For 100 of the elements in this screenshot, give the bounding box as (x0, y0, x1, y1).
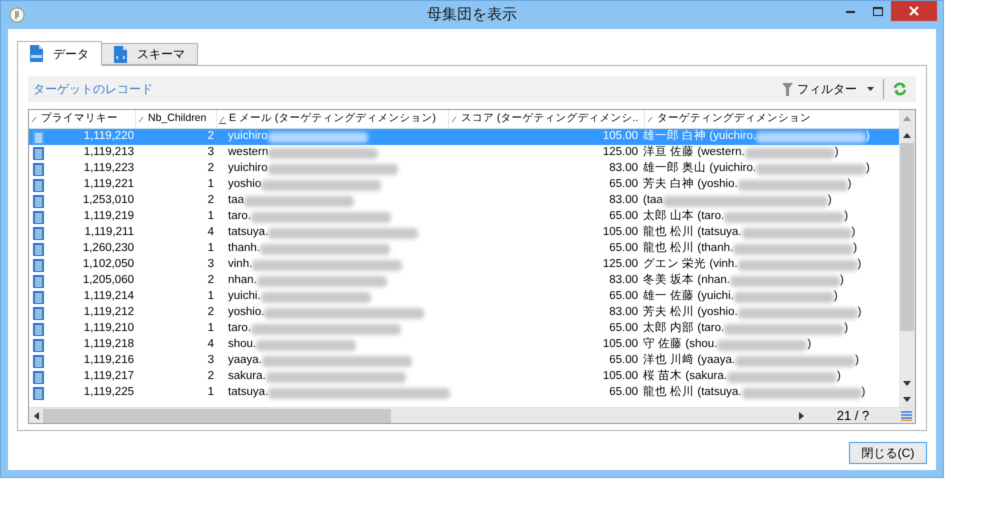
table-cell-text: 太郎 山本 (taro. (643, 208, 724, 224)
table-cell-text: 1,119,213 (82, 145, 134, 160)
scroll-up-icon[interactable] (903, 132, 911, 138)
table-row[interactable]: 1,119,212 2 yoshio. 83.00 芳夫 松川 (yoshio. ) (29, 305, 899, 321)
column-header[interactable]: ターゲティングディメンション (645, 110, 899, 128)
table-row[interactable]: 1,119,211 4 tatsuya. 105.00 龍也 松川 (tatsuya. ) (29, 225, 899, 241)
table-cell-text: ) (866, 129, 870, 144)
table-row[interactable]: 1,119,216 3 yaaya. 65.00 洋也 川﨑 (yaaya. ) (29, 353, 899, 369)
table-cell-text: 守 佐藤 (shou. (643, 336, 718, 352)
menu-icon[interactable] (901, 410, 912, 420)
table-cell-text: 1,119,220 (82, 129, 134, 144)
close-icon (909, 6, 919, 16)
table-row[interactable]: 1,119,221 1 yoshio 65.00 芳夫 白神 (yoshio. ) (29, 177, 899, 193)
table-row[interactable]: 1,260,230 1 thanh. 65.00 龍也 松川 (thanh. ) (29, 241, 899, 257)
record-icon (33, 162, 44, 176)
table-cell-text: 冬美 坂本 (nhan. (643, 272, 730, 288)
table-cell-text: western (228, 145, 268, 160)
record-icon (33, 130, 44, 144)
column-header[interactable]: スコア (ターゲティングディメンシ.. (449, 110, 645, 128)
table-cell-text: 83.00 (608, 161, 638, 176)
table-row[interactable]: 1,253,010 2 taa 83.00 (taa ) (29, 193, 899, 209)
filter-icon (782, 82, 793, 96)
table-cell-text: 2 (206, 129, 215, 144)
table-cell-text: yuichi. (228, 289, 261, 304)
record-icon (33, 242, 44, 256)
table-cell-text: 105.00 (602, 129, 638, 144)
table-cell-text: ) (836, 369, 841, 384)
table-cell-text: 83.00 (608, 193, 638, 208)
table-cell-text: 1,119,223 (82, 161, 134, 176)
table-cell-text: 1 (206, 241, 215, 256)
table-cell-text: 1,253,010 (82, 193, 134, 208)
scroll-left-icon[interactable] (32, 412, 40, 420)
tab[interactable]: スキーマ (102, 43, 198, 65)
scroll-down-icon[interactable] (903, 380, 911, 386)
table-cell-text: 2 (206, 369, 215, 384)
table-row[interactable]: 1,102,050 3 vinh. 125.00 グエン 栄光 (vinh. ) (29, 257, 899, 273)
file-icon (114, 46, 127, 62)
record-icon (33, 258, 44, 272)
table-cell-text: yoshio. (228, 305, 264, 320)
table-row[interactable]: 1,119,223 2 yuichiro 83.00 雄一郎 奥山 (yuichiro. ) (29, 161, 899, 177)
table-cell-text: nhan. (228, 273, 257, 288)
table-cell-text: taro. (228, 321, 252, 336)
table-cell-text: 2 (206, 273, 215, 288)
close-dialog-button[interactable]: 閉じる(C) (849, 442, 927, 464)
filter-button[interactable]: フィルター (782, 80, 878, 98)
table-row[interactable]: 1,119,219 1 taro. 65.00 太郎 山本 (taro. ) (29, 209, 899, 225)
scroll-right-icon[interactable] (798, 412, 804, 420)
table-cell-text: 洋也 川﨑 (yaaya. (643, 352, 736, 368)
file-icon (30, 45, 43, 62)
table-cell-text: yuichiro (228, 161, 268, 176)
table-cell-text: tatsuya. (228, 385, 268, 400)
table-cell-text: vinh. (228, 257, 252, 272)
table-cell-text: 4 (206, 225, 215, 240)
scroll-thumb[interactable] (43, 408, 391, 422)
scroll-bottom-icon[interactable] (903, 396, 911, 402)
table-row[interactable]: 1,119,210 1 taro. 65.00 太郎 内部 (taro. ) (29, 321, 899, 337)
close-button[interactable] (891, 1, 937, 21)
table-cell-text: 105.00 (602, 225, 638, 240)
table-cell-text: 83.00 (608, 305, 638, 320)
table-cell-text: 1 (206, 209, 215, 224)
record-icon (33, 146, 44, 160)
table-row[interactable]: 1,119,213 3 western 125.00 洋亘 佐藤 (western. ) (29, 145, 899, 161)
table-cell-text: 3 (206, 257, 215, 272)
table-cell-text: 65.00 (608, 321, 638, 336)
table-row[interactable]: 1,119,225 1 tatsuya. 65.00 龍也 松川 (tatsuya. ) (29, 385, 899, 401)
table-cell-text: 3 (206, 353, 215, 368)
column-header[interactable]: プライマリキー (29, 110, 136, 128)
table-cell-text: 桜 苗木 (sakura. (643, 368, 727, 384)
vertical-scrollbar[interactable] (899, 110, 915, 407)
tab[interactable]: データ (17, 41, 102, 66)
table-cell-text: 105.00 (602, 369, 638, 384)
table-row[interactable]: 1,205,060 2 nhan. 83.00 冬美 坂本 (nhan. ) (29, 273, 899, 289)
table-cell-text: 2 (206, 193, 215, 208)
column-title: スコア (ターゲティングディメンシ.. (461, 111, 638, 126)
table-cell-text: ) (855, 353, 859, 368)
table-cell-text: ) (858, 305, 862, 320)
column-header[interactable]: Nb_Children (136, 110, 217, 128)
table-cell-text: 1,119,214 (82, 289, 134, 304)
table-cell-text: yoshio (228, 177, 262, 192)
table-row[interactable]: 1,119,218 4 shou. 105.00 守 佐藤 (shou. ) (29, 337, 899, 353)
table-cell-text: 1 (206, 177, 215, 192)
table-cell-text: 1,119,216 (82, 353, 134, 368)
scroll-thumb[interactable] (900, 143, 914, 331)
table-cell-text: 1,119,211 (84, 225, 134, 240)
window-title: 母集団を表示 (427, 4, 517, 25)
table-cell-text: 83.00 (608, 273, 638, 288)
table-cell-text: ) (852, 225, 856, 240)
caret-icon (867, 87, 874, 91)
refresh-icon (893, 82, 907, 96)
record-icon (33, 370, 44, 384)
table-row[interactable]: 1,119,214 1 yuichi. 65.00 雄一 佐藤 (yuichi. ) (29, 289, 899, 305)
table-row[interactable]: 1,119,217 2 sakura. 105.00 桜 苗木 (sakura. ) (29, 369, 899, 385)
record-icon (33, 226, 44, 240)
table-cell-text: tatsuya. (228, 225, 268, 240)
table-cell-text: 65.00 (608, 177, 638, 192)
table-cell-text: 1,119,219 (82, 209, 134, 224)
table-cell-text: 1,205,060 (82, 273, 134, 288)
column-header[interactable]: E メール (ターゲティングディメンション) (217, 110, 449, 128)
table-cell-text: 雄一 佐藤 (yuichi. (643, 288, 734, 304)
table-cell-text: 1,119,218 (82, 337, 134, 352)
